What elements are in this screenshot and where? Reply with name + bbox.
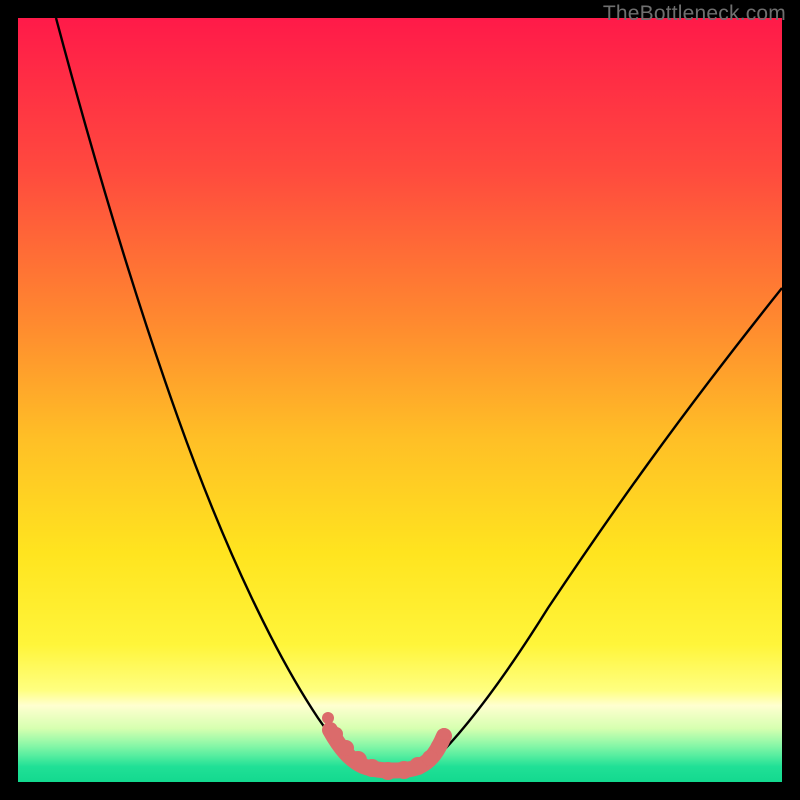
- curve-right: [428, 288, 782, 766]
- chart-curves: [18, 18, 782, 782]
- plot-area: [18, 18, 782, 782]
- chart-stage: TheBottleneck.com: [0, 0, 800, 800]
- curve-left: [56, 18, 356, 766]
- watermark-text: TheBottleneck.com: [603, 2, 786, 26]
